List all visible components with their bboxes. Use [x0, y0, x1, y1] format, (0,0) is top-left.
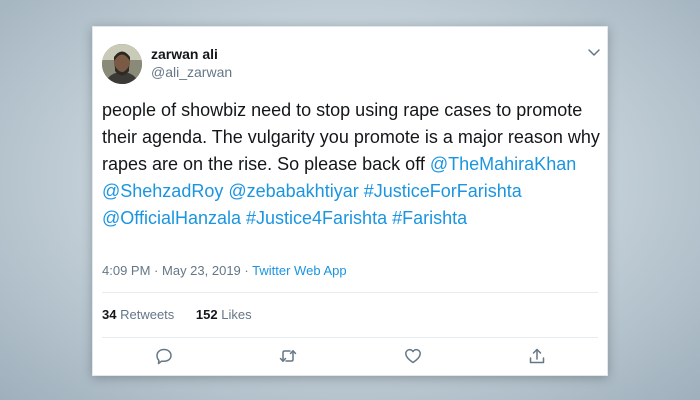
hashtag-link[interactable]: #Farishta	[392, 208, 467, 228]
tweet-date[interactable]: May 23, 2019	[162, 263, 241, 278]
heart-icon[interactable]	[404, 347, 422, 365]
avatar[interactable]	[102, 44, 142, 84]
mention-link[interactable]: @zebabakhtiyar	[228, 181, 358, 201]
tweet-card: zarwan ali @ali_zarwan people of showbiz…	[92, 26, 608, 376]
tweet-time[interactable]: 4:09 PM	[102, 263, 150, 278]
hashtag-link[interactable]: #JusticeForFarishta	[364, 181, 522, 201]
mention-link[interactable]: @OfficialHanzala	[102, 208, 241, 228]
tweet-text: people of showbiz need to stop using rap…	[102, 97, 602, 232]
divider	[102, 337, 598, 338]
avatar-image	[102, 44, 142, 84]
meta-separator: ·	[244, 263, 249, 278]
hashtag-link[interactable]: #Justice4Farishta	[246, 208, 387, 228]
mention-link[interactable]: @TheMahiraKhan	[430, 154, 576, 174]
chevron-down-icon[interactable]	[587, 45, 601, 59]
tweet-meta: 4:09 PM · May 23, 2019 · Twitter Web App	[102, 263, 347, 278]
tweet-source-link[interactable]: Twitter Web App	[252, 263, 346, 278]
share-icon[interactable]	[528, 347, 546, 365]
reply-icon[interactable]	[155, 347, 173, 365]
retweet-icon[interactable]	[279, 347, 297, 365]
retweets-count: 34	[102, 307, 117, 322]
display-name[interactable]: zarwan ali	[151, 46, 218, 62]
retweets-label: Retweets	[120, 307, 175, 322]
meta-separator: ·	[154, 263, 159, 278]
likes-count: 152	[195, 307, 218, 322]
divider	[102, 292, 598, 293]
likes-stat[interactable]: 152 Likes	[196, 307, 252, 322]
likes-label: Likes	[221, 307, 252, 322]
mention-link[interactable]: @ShehzadRoy	[102, 181, 223, 201]
tweet-stats: 34 Retweets 152 Likes	[102, 307, 270, 322]
username-handle[interactable]: @ali_zarwan	[151, 64, 232, 80]
retweets-stat[interactable]: 34 Retweets	[102, 307, 174, 322]
